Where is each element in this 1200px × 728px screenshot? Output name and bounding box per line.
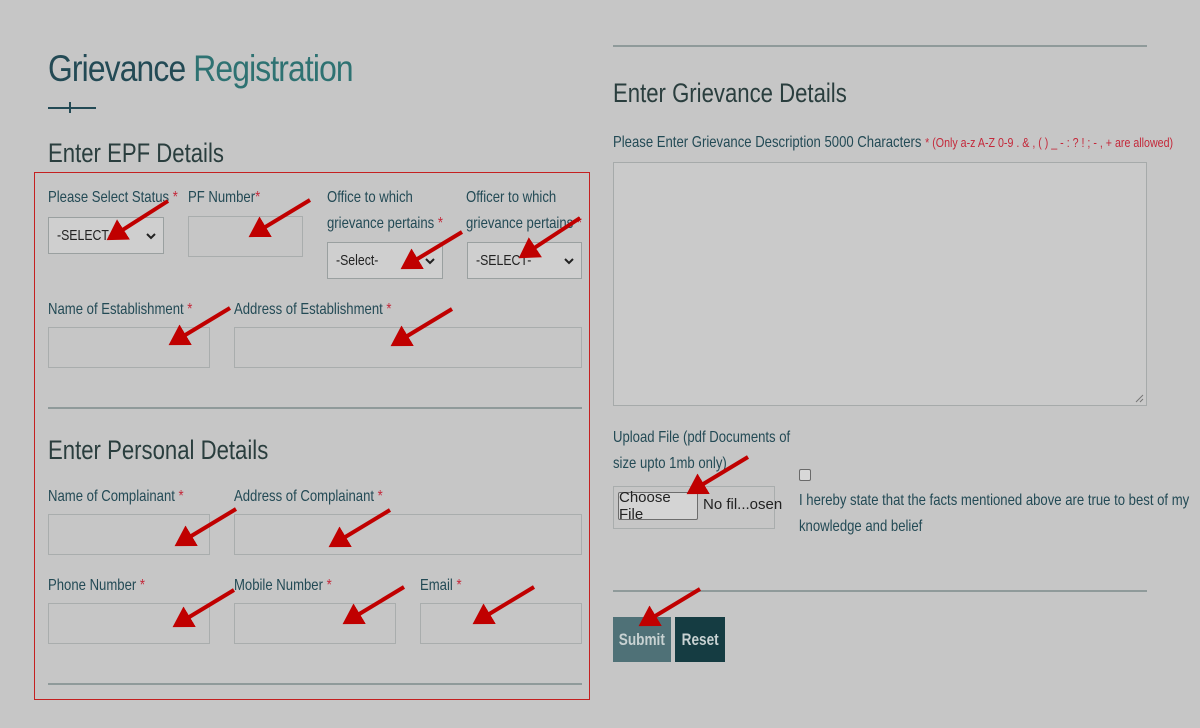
arrow-phone [172,588,236,628]
arrow-complainant-address [328,508,392,548]
arrow-establishment-address [390,307,454,347]
arrow-mobile [342,585,406,625]
arrow-pf-number [248,198,312,238]
arrow-officer [518,216,582,259]
arrow-establishment-name [168,306,232,346]
arrow-office [400,230,464,270]
annotation-arrows [106,198,750,628]
arrow-submit [638,587,702,627]
arrow-choose-file [686,455,750,495]
arrow-complainant-name [174,507,238,547]
arrow-email [472,585,536,625]
arrow-status [106,199,170,241]
